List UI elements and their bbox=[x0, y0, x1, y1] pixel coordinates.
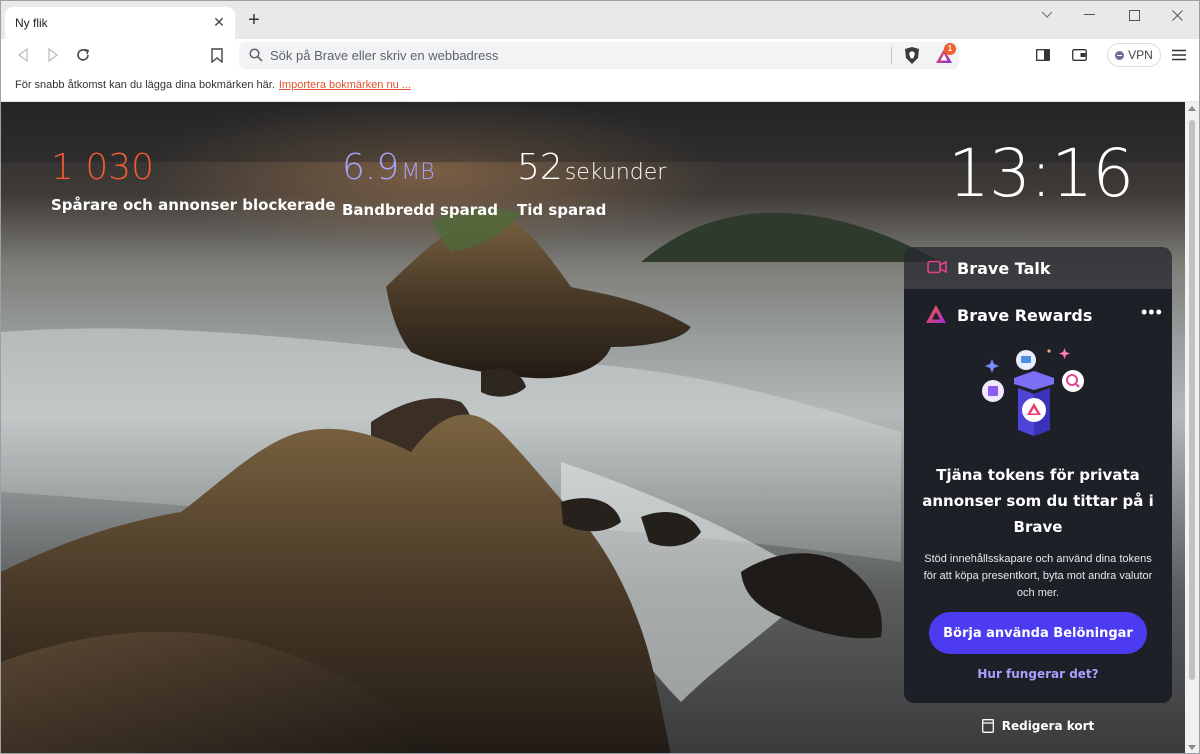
import-bookmarks-link[interactable]: Importera bokmärken nu ... bbox=[279, 79, 411, 91]
more-options-icon[interactable]: ••• bbox=[1141, 303, 1163, 321]
trackers-label: Spårare och annonser blockerade bbox=[51, 196, 336, 214]
vpn-button[interactable]: VPN bbox=[1107, 43, 1161, 67]
stat-bandwidth: 6.9MB Bandbredd sparad bbox=[342, 148, 499, 220]
tab-close-icon[interactable]: ✕ bbox=[211, 14, 227, 30]
maximize-icon[interactable] bbox=[1124, 5, 1144, 25]
rewards-description: Stöd innehållsskapare och använd dina to… bbox=[923, 553, 1153, 599]
bookmark-icon[interactable] bbox=[205, 43, 229, 67]
tab-title: Ny flik bbox=[15, 16, 48, 30]
address-bar[interactable]: 1 bbox=[239, 42, 959, 69]
rewards-illustration bbox=[982, 348, 1084, 436]
brave-rewards-logo-icon bbox=[925, 304, 947, 329]
search-icon bbox=[249, 48, 263, 67]
card-icon bbox=[981, 719, 994, 733]
vpn-status-icon bbox=[1115, 50, 1125, 60]
wallet-icon[interactable] bbox=[1067, 43, 1091, 67]
menu-icon[interactable] bbox=[1167, 43, 1191, 67]
toolbar: 1 VPN bbox=[1, 39, 1199, 71]
sidebar-icon[interactable] bbox=[1031, 43, 1055, 67]
address-bar-divider bbox=[891, 47, 892, 64]
scrollbar[interactable] bbox=[1185, 102, 1199, 753]
clock: 13:16 bbox=[948, 135, 1134, 212]
bandwidth-value: 6.9 bbox=[342, 147, 400, 188]
video-camera-icon bbox=[927, 260, 947, 279]
time-label: Tid sparad bbox=[517, 201, 607, 219]
bookmarks-hint-text: För snabb åtkomst kan du lägga dina bokm… bbox=[15, 79, 275, 91]
time-unit: sekunder bbox=[564, 160, 667, 185]
bookmarks-hint: För snabb åtkomst kan du lägga dina bokm… bbox=[15, 79, 411, 91]
browser-window: Ny flik ✕ + Sök på Brave eller skriv en … bbox=[0, 0, 1200, 754]
back-icon[interactable] bbox=[11, 43, 35, 67]
trackers-value: 1 030 bbox=[51, 147, 155, 188]
brave-shields-icon[interactable] bbox=[903, 46, 921, 65]
how-does-it-work-link[interactable]: Hur fungerar det? bbox=[918, 667, 1158, 681]
edit-cards-label: Redigera kort bbox=[1001, 719, 1095, 733]
new-tab-page: 1 030 Spårare och annonser blockerade 6.… bbox=[1, 102, 1185, 753]
scroll-up-arrow-icon[interactable] bbox=[1188, 106, 1196, 111]
new-tab-button[interactable]: + bbox=[244, 10, 264, 31]
tab-new-tab[interactable]: Ny flik ✕ bbox=[5, 7, 235, 39]
vpn-label: VPN bbox=[1128, 48, 1153, 62]
brave-rewards-card: Brave Rewards ••• Tjäna tokens för priva… bbox=[904, 289, 1172, 703]
bandwidth-value-row: 6.9MB bbox=[342, 148, 498, 193]
window-close-icon[interactable] bbox=[1167, 5, 1187, 25]
bookmarks-bar: För snabb åtkomst kan du lägga dina bokm… bbox=[1, 71, 1199, 102]
rewards-badge: 1 bbox=[944, 43, 956, 55]
brave-talk-title: Brave Talk bbox=[957, 259, 1051, 278]
bandwidth-unit: MB bbox=[401, 160, 435, 185]
reload-icon[interactable] bbox=[71, 43, 95, 67]
brave-rewards-title: Brave Rewards bbox=[957, 306, 1093, 325]
forward-icon[interactable] bbox=[41, 43, 65, 67]
search-input[interactable] bbox=[270, 42, 870, 69]
rewards-heading: Tjäna tokens för privata annonser som du… bbox=[922, 466, 1154, 536]
stat-time: 52sekunder Tid sparad bbox=[517, 148, 666, 220]
time-value-row: 52sekunder bbox=[517, 148, 666, 193]
scroll-down-arrow-icon[interactable] bbox=[1188, 745, 1196, 750]
scroll-thumb[interactable] bbox=[1189, 120, 1195, 680]
bandwidth-label: Bandbredd sparad bbox=[342, 201, 499, 219]
tab-strip: Ny flik ✕ + bbox=[1, 1, 1199, 39]
brave-talk-card[interactable]: Brave Talk bbox=[904, 247, 1172, 289]
edit-cards-button[interactable]: Redigera kort bbox=[904, 708, 1172, 744]
tab-search-chevron-icon[interactable] bbox=[1037, 5, 1057, 25]
minimize-icon[interactable] bbox=[1079, 5, 1099, 25]
start-rewards-button[interactable]: Börja använda Belöningar bbox=[929, 612, 1147, 654]
stat-trackers: 1 030 Spårare och annonser blockerade bbox=[51, 147, 336, 215]
time-value: 52 bbox=[517, 147, 563, 188]
